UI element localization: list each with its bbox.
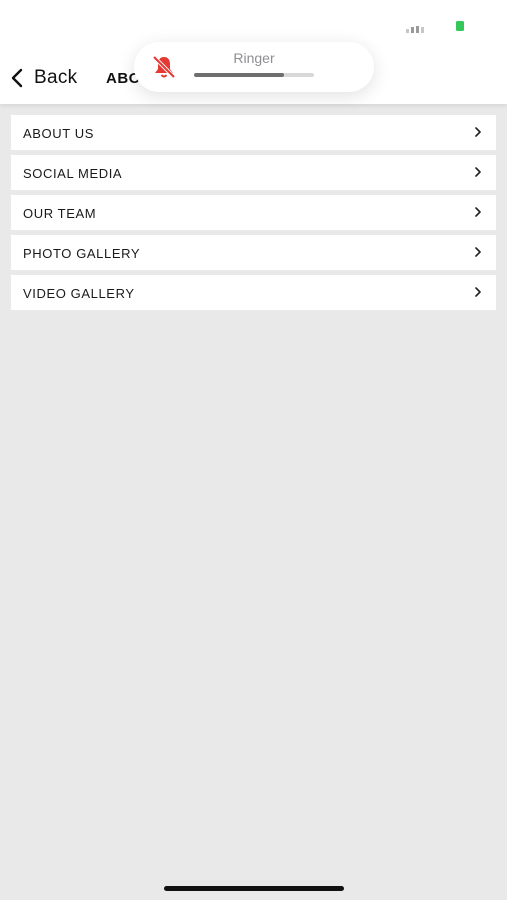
back-label: Back bbox=[34, 67, 78, 88]
chevron-right-icon bbox=[475, 207, 481, 217]
chevron-right-icon bbox=[475, 287, 481, 297]
menu-item-social-media[interactable]: SOCIAL MEDIA bbox=[11, 155, 496, 190]
chevron-left-icon bbox=[11, 68, 23, 88]
menu-item-label: VIDEO GALLERY bbox=[23, 286, 135, 301]
menu-item-label: OUR TEAM bbox=[23, 206, 97, 221]
menu-item-label: PHOTO GALLERY bbox=[23, 246, 141, 261]
chevron-right-icon bbox=[475, 247, 481, 257]
menu-item-label: SOCIAL MEDIA bbox=[23, 166, 123, 181]
menu-item-photo-gallery[interactable]: PHOTO GALLERY bbox=[11, 235, 496, 270]
screen: Back ABOUT Ringer ABOUT US SOCIAL MEDIA bbox=[0, 0, 507, 900]
ringer-label: Ringer bbox=[233, 50, 275, 66]
ringer-volume-fill bbox=[194, 73, 284, 77]
bell-slash-icon bbox=[152, 55, 176, 79]
menu-item-our-team[interactable]: OUR TEAM bbox=[11, 195, 496, 230]
back-button[interactable]: Back bbox=[8, 64, 77, 92]
battery-icon bbox=[456, 21, 464, 31]
chevron-right-icon bbox=[475, 127, 481, 137]
home-indicator[interactable] bbox=[164, 886, 344, 891]
menu-list: ABOUT US SOCIAL MEDIA OUR TEAM PHOTO GAL… bbox=[11, 115, 496, 315]
menu-item-label: ABOUT US bbox=[23, 126, 95, 141]
ringer-hud: Ringer bbox=[134, 42, 374, 92]
ringer-volume-bar bbox=[194, 73, 314, 77]
status-bar bbox=[0, 0, 507, 48]
signal-icon bbox=[406, 26, 424, 33]
menu-item-about-us[interactable]: ABOUT US bbox=[11, 115, 496, 150]
menu-item-video-gallery[interactable]: VIDEO GALLERY bbox=[11, 275, 496, 310]
chevron-right-icon bbox=[475, 167, 481, 177]
